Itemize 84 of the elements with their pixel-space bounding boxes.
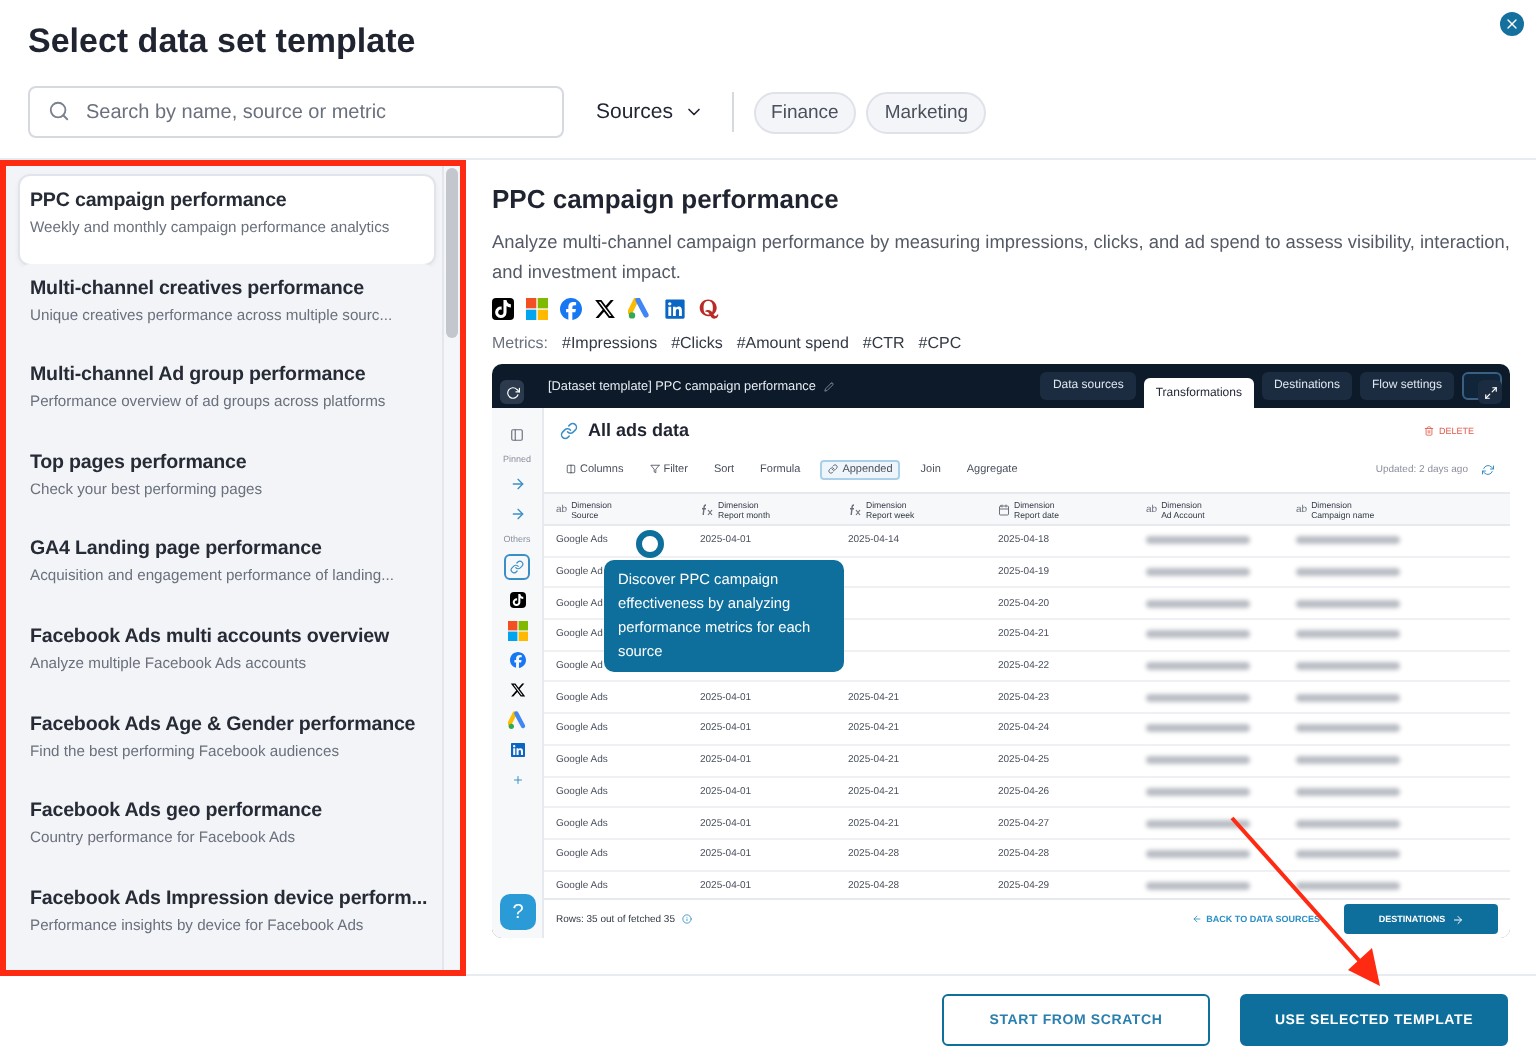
expand-icon[interactable] bbox=[1478, 380, 1502, 404]
blurred-value bbox=[1296, 724, 1400, 733]
blurred-value bbox=[1146, 536, 1250, 545]
blurred-value bbox=[1296, 881, 1400, 890]
formula-icon bbox=[700, 503, 714, 515]
linkedin-icon bbox=[509, 742, 525, 758]
link-icon bbox=[828, 464, 839, 474]
metric-tag: #CTR bbox=[862, 334, 905, 352]
metric-tag: #CPC bbox=[918, 334, 962, 352]
template-title: Facebook Ads Impression device perform... bbox=[30, 885, 424, 912]
template-title: Facebook Ads geo performance bbox=[30, 798, 325, 825]
filter-chip[interactable]: Marketing bbox=[866, 91, 987, 133]
blurred-value bbox=[1296, 568, 1400, 577]
blurred-value bbox=[1296, 662, 1400, 671]
template-title: PPC campaign performance bbox=[30, 188, 289, 214]
blurred-value bbox=[1146, 693, 1250, 702]
x-icon bbox=[509, 682, 525, 698]
plus-icon bbox=[511, 774, 523, 786]
hotspot-ring[interactable] bbox=[636, 530, 664, 558]
blurred-value bbox=[1296, 756, 1400, 765]
blurred-value bbox=[1146, 568, 1250, 577]
blurred-value bbox=[1146, 881, 1250, 890]
scrollbar-thumb[interactable] bbox=[446, 168, 458, 338]
metric-tag: #Clicks bbox=[671, 334, 723, 352]
blurred-value bbox=[1146, 850, 1250, 859]
link-icon bbox=[510, 560, 524, 574]
search-icon bbox=[48, 100, 70, 122]
dialog-title: Select data set template bbox=[28, 22, 418, 62]
google-ads-icon bbox=[507, 709, 527, 731]
pencil-icon[interactable] bbox=[823, 381, 834, 391]
blurred-value bbox=[1146, 662, 1250, 671]
close-icon bbox=[1504, 16, 1520, 32]
formula-icon bbox=[848, 503, 862, 515]
blurred-value bbox=[1146, 756, 1250, 765]
windows-squares-icon bbox=[507, 619, 527, 641]
blurred-value bbox=[1146, 819, 1250, 828]
template-title: GA4 Landing page performance bbox=[30, 536, 324, 563]
blurred-value bbox=[1296, 819, 1400, 828]
blurred-value bbox=[1296, 599, 1400, 608]
blurred-value bbox=[1146, 599, 1250, 608]
blurred-value bbox=[1296, 787, 1400, 796]
filter-icon bbox=[649, 464, 660, 474]
template-title: Multi-channel Ad group performance bbox=[30, 362, 368, 389]
blurred-value bbox=[1296, 850, 1400, 859]
arrow-left-icon bbox=[1192, 914, 1203, 924]
blurred-value bbox=[1146, 724, 1250, 733]
template-title: Facebook Ads Age & Gender performance bbox=[30, 711, 418, 738]
facebook-icon bbox=[560, 297, 582, 319]
columns-icon bbox=[566, 464, 576, 474]
arrow-right-icon bbox=[1451, 913, 1464, 925]
filter-chip[interactable]: Finance bbox=[753, 91, 857, 133]
calendar-icon bbox=[998, 503, 1010, 515]
google-ads-icon bbox=[628, 297, 652, 319]
linkedin-icon bbox=[664, 297, 686, 319]
metric-tag: #Amount spend bbox=[736, 334, 849, 352]
blurred-value bbox=[1296, 693, 1400, 702]
reload-icon[interactable] bbox=[500, 380, 524, 404]
table-title: All ads data bbox=[588, 420, 692, 440]
search-field[interactable]: Search by name, source or metric bbox=[28, 86, 564, 138]
template-title: Multi-channel creatives performance bbox=[30, 275, 366, 302]
windows-squares-icon bbox=[526, 297, 548, 319]
metrics-label: Metrics: bbox=[492, 334, 548, 352]
link-icon bbox=[560, 421, 578, 439]
tiktok-icon bbox=[509, 592, 525, 608]
blurred-value bbox=[1146, 630, 1250, 639]
trash-icon bbox=[1424, 425, 1435, 435]
blurred-value bbox=[1296, 630, 1400, 639]
refresh-icon[interactable] bbox=[1482, 463, 1494, 475]
metric-tag: #Impressions bbox=[562, 334, 658, 352]
sources-dropdown[interactable]: Sources bbox=[596, 100, 704, 124]
flow-icon bbox=[509, 476, 525, 492]
template-title: Facebook Ads multi accounts overview bbox=[30, 623, 392, 650]
x-icon bbox=[594, 297, 616, 319]
template-heading: PPC campaign performance bbox=[492, 184, 841, 216]
blurred-value bbox=[1146, 787, 1250, 796]
tiktok-icon bbox=[492, 297, 514, 319]
quora-icon bbox=[698, 297, 720, 319]
facebook-icon bbox=[509, 652, 525, 668]
flow-icon bbox=[509, 506, 525, 522]
template-summary: Analyze multi-channel campaign performance by measuring impressions, clicks, and ad spend to assess visibility, interaction, and investment impact. bbox=[492, 230, 1510, 286]
template-title: Top pages performance bbox=[30, 449, 249, 476]
sidebar-icon bbox=[510, 427, 524, 441]
blurred-value bbox=[1296, 536, 1400, 545]
close-button[interactable] bbox=[1500, 12, 1524, 36]
